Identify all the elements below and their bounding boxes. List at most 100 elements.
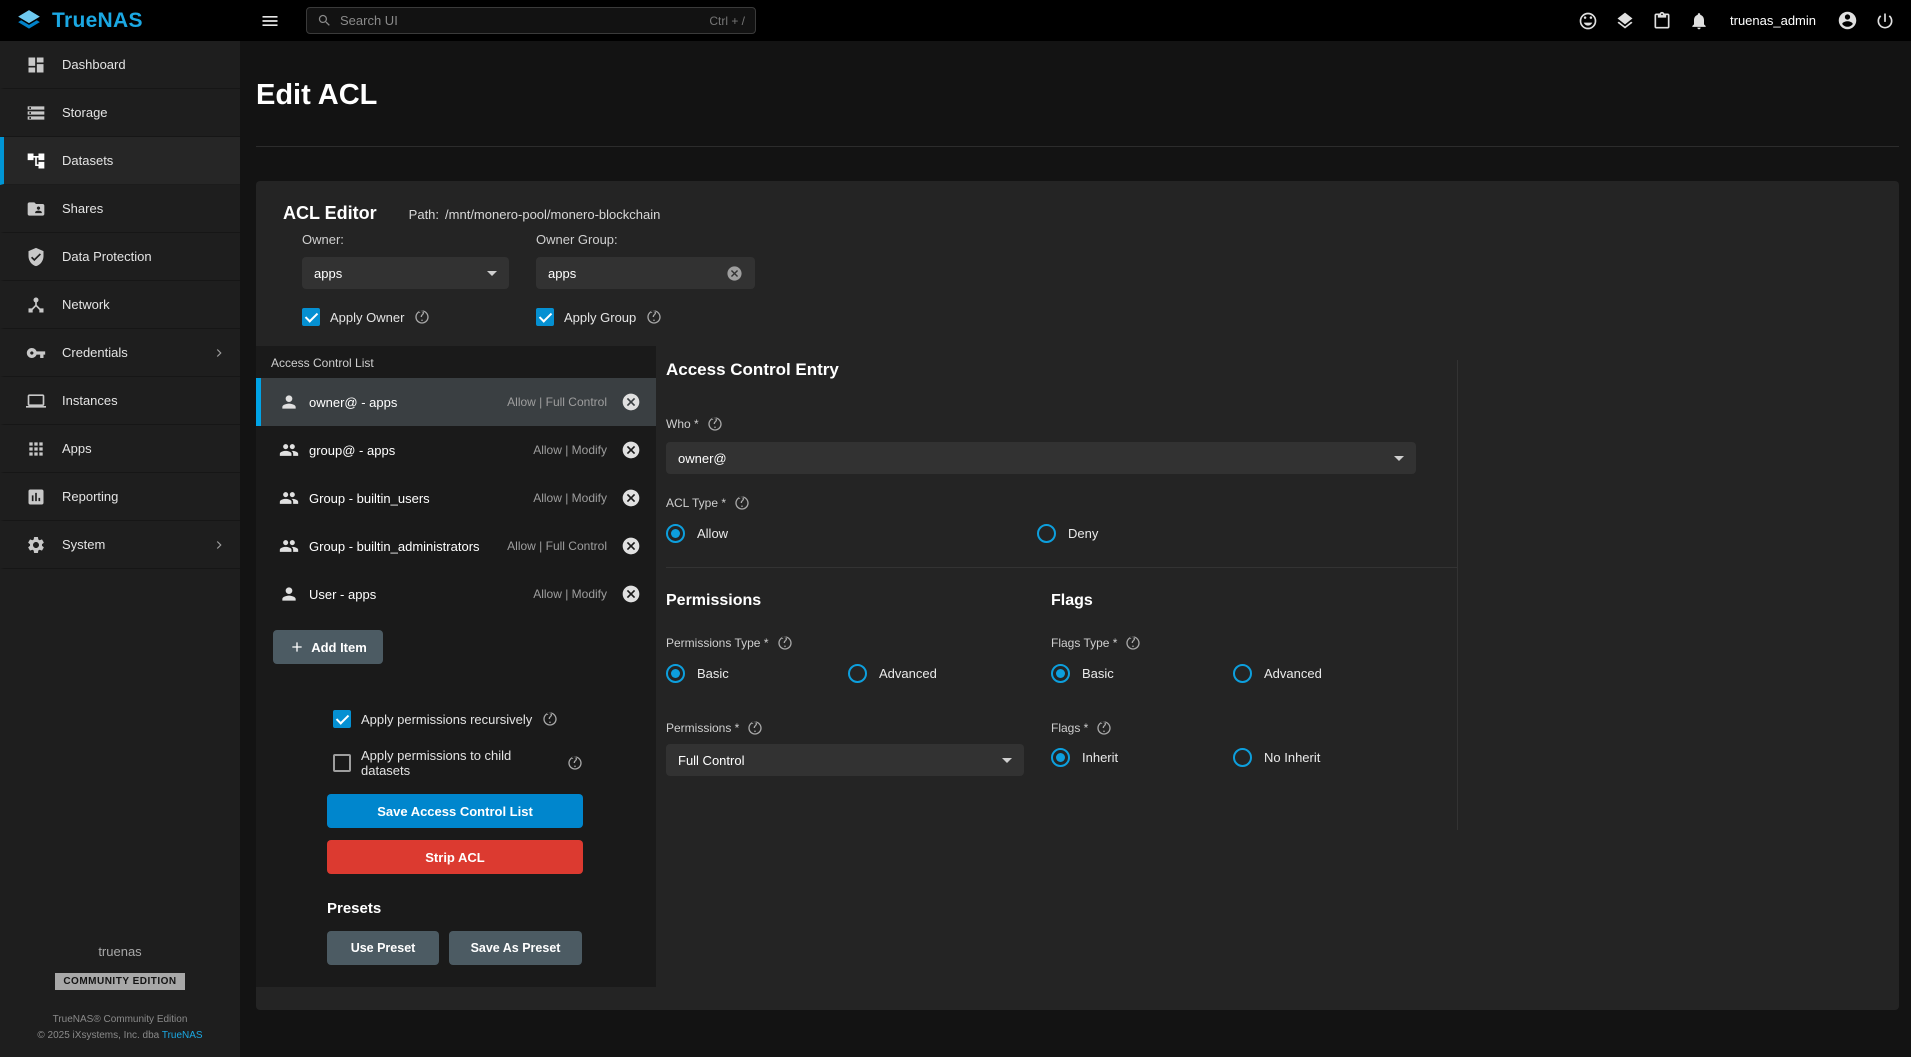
apply-recursively-row[interactable]: Apply permissions recursively	[333, 710, 583, 728]
owner-label: Owner:	[302, 232, 509, 247]
help-icon[interactable]	[567, 755, 583, 771]
sidebar-item-datasets[interactable]: Datasets	[0, 137, 240, 185]
use-preset-button[interactable]: Use Preset	[327, 931, 439, 965]
acl-type-label: ACL Type *	[666, 496, 726, 510]
strip-acl-button[interactable]: Strip ACL	[327, 840, 583, 874]
group-icon	[279, 488, 299, 508]
remove-entry-icon[interactable]	[621, 440, 641, 460]
account-circle-icon[interactable]	[1837, 10, 1858, 31]
flags-type-advanced-radio[interactable]: Advanced	[1233, 664, 1322, 683]
radio-circle	[1051, 748, 1070, 767]
apply-child-datasets-checkbox[interactable]	[333, 754, 351, 772]
truenas-logo-icon	[16, 8, 42, 34]
truenas-logo[interactable]: TrueNAS	[0, 8, 240, 34]
help-icon[interactable]	[414, 309, 430, 325]
acl-items: owner@ - apps Allow | Full Control group…	[256, 378, 656, 618]
search-shortcut-hint: Ctrl + /	[709, 14, 745, 28]
acl-entry-row[interactable]: Group - builtin_administrators Allow | F…	[256, 522, 656, 570]
acl-type-allow-radio[interactable]: Allow	[666, 524, 1037, 543]
sidebar-item-credentials[interactable]: Credentials	[0, 329, 240, 377]
radio-circle	[1233, 748, 1252, 767]
flags-no-inherit-radio[interactable]: No Inherit	[1233, 748, 1320, 767]
sidebar-item-storage[interactable]: Storage	[0, 89, 240, 137]
username-text: truenas_admin	[1730, 13, 1816, 28]
sidebar-item-system[interactable]: System	[0, 521, 240, 569]
shield-icon	[26, 247, 46, 267]
apps-grid-icon	[26, 439, 46, 459]
acl-entry-row[interactable]: group@ - apps Allow | Modify	[256, 426, 656, 474]
sidebar-item-data-protection[interactable]: Data Protection	[0, 233, 240, 281]
permissions-select[interactable]: Full Control	[666, 744, 1024, 776]
remove-entry-icon[interactable]	[621, 392, 641, 412]
remove-entry-icon[interactable]	[621, 488, 641, 508]
flags-heading: Flags	[1051, 592, 1456, 610]
page-title: Edit ACL	[240, 41, 1911, 112]
permissions-section: Permissions Permissions Type * Basic	[666, 592, 1051, 776]
owner-group-input[interactable]: apps	[536, 257, 755, 289]
acl-entry-row[interactable]: User - apps Allow | Modify	[256, 570, 656, 618]
power-icon[interactable]	[1875, 11, 1895, 31]
add-item-button[interactable]: Add Item	[273, 630, 383, 664]
footer-truenas-link[interactable]: TrueNAS	[162, 1030, 203, 1041]
permissions-type-label: Permissions Type *	[666, 636, 769, 650]
who-select[interactable]: owner@	[666, 442, 1416, 474]
sidebar-item-reporting[interactable]: Reporting	[0, 473, 240, 521]
sidebar-item-apps[interactable]: Apps	[0, 425, 240, 473]
alerts-bell-icon[interactable]	[1689, 11, 1709, 31]
search-input[interactable]	[340, 13, 701, 28]
hamburger-menu-icon[interactable]	[260, 11, 280, 31]
save-acl-button[interactable]: Save Access Control List	[327, 794, 583, 828]
user-icon	[279, 392, 299, 412]
flags-type-label: Flags Type *	[1051, 636, 1117, 650]
sidebar-item-dashboard[interactable]: Dashboard	[0, 41, 240, 89]
datasets-tree-icon	[26, 151, 46, 171]
remove-entry-icon[interactable]	[621, 536, 641, 556]
help-icon[interactable]	[1125, 635, 1141, 651]
clear-icon[interactable]	[726, 265, 743, 282]
apply-group-label: Apply Group	[564, 310, 636, 325]
presets-heading: Presets	[327, 900, 583, 917]
help-icon[interactable]	[542, 711, 558, 727]
apply-group-checkbox[interactable]	[536, 308, 554, 326]
sidebar-item-instances[interactable]: Instances	[0, 377, 240, 425]
save-as-preset-button[interactable]: Save As Preset	[449, 931, 582, 965]
group-icon	[279, 536, 299, 556]
flags-inherit-radio[interactable]: Inherit	[1051, 748, 1233, 767]
remove-entry-icon[interactable]	[621, 584, 641, 604]
sidebar-item-shares[interactable]: Shares	[0, 185, 240, 233]
help-icon[interactable]	[777, 635, 793, 651]
permissions-type-advanced-radio[interactable]: Advanced	[848, 664, 937, 683]
hostname: truenas	[0, 944, 240, 959]
gear-icon	[26, 535, 46, 555]
search-box[interactable]: Ctrl + /	[306, 7, 756, 34]
chevron-down-icon	[487, 271, 497, 276]
help-icon[interactable]	[1096, 720, 1112, 736]
acl-editor-card: ACL Editor Path:/mnt/monero-pool/monero-…	[256, 181, 1899, 1010]
layers-icon[interactable]	[1615, 11, 1635, 31]
owner-select[interactable]: apps	[302, 257, 509, 289]
acl-entry-row[interactable]: Group - builtin_users Allow | Modify	[256, 474, 656, 522]
help-icon[interactable]	[707, 416, 723, 432]
topbar-right: truenas_admin	[1578, 10, 1895, 31]
help-icon[interactable]	[747, 720, 763, 736]
apply-recursively-checkbox[interactable]	[333, 710, 351, 728]
sidebar: Dashboard Storage Datasets Shares Data P…	[0, 41, 240, 1057]
flags-type-basic-radio[interactable]: Basic	[1051, 664, 1233, 683]
permissions-type-basic-radio[interactable]: Basic	[666, 664, 848, 683]
sidebar-item-network[interactable]: Network	[0, 281, 240, 329]
help-icon[interactable]	[646, 309, 662, 325]
feedback-smiley-icon[interactable]	[1578, 11, 1598, 31]
acl-editor-heading: ACL Editor	[283, 203, 377, 224]
add-icon	[289, 639, 305, 655]
chevron-right-icon	[212, 538, 226, 552]
help-icon[interactable]	[734, 495, 750, 511]
acl-type-deny-radio[interactable]: Deny	[1037, 524, 1098, 543]
apply-owner-checkbox[interactable]	[302, 308, 320, 326]
permissions-label: Permissions *	[666, 721, 739, 735]
radio-circle	[1233, 664, 1252, 683]
acl-entry-row[interactable]: owner@ - apps Allow | Full Control	[256, 378, 656, 426]
acl-panel-actions: Apply permissions recursively Apply perm…	[327, 710, 583, 965]
jobs-clipboard-icon[interactable]	[1652, 11, 1672, 31]
key-icon	[26, 343, 46, 363]
apply-child-datasets-row[interactable]: Apply permissions to child datasets	[333, 748, 583, 778]
